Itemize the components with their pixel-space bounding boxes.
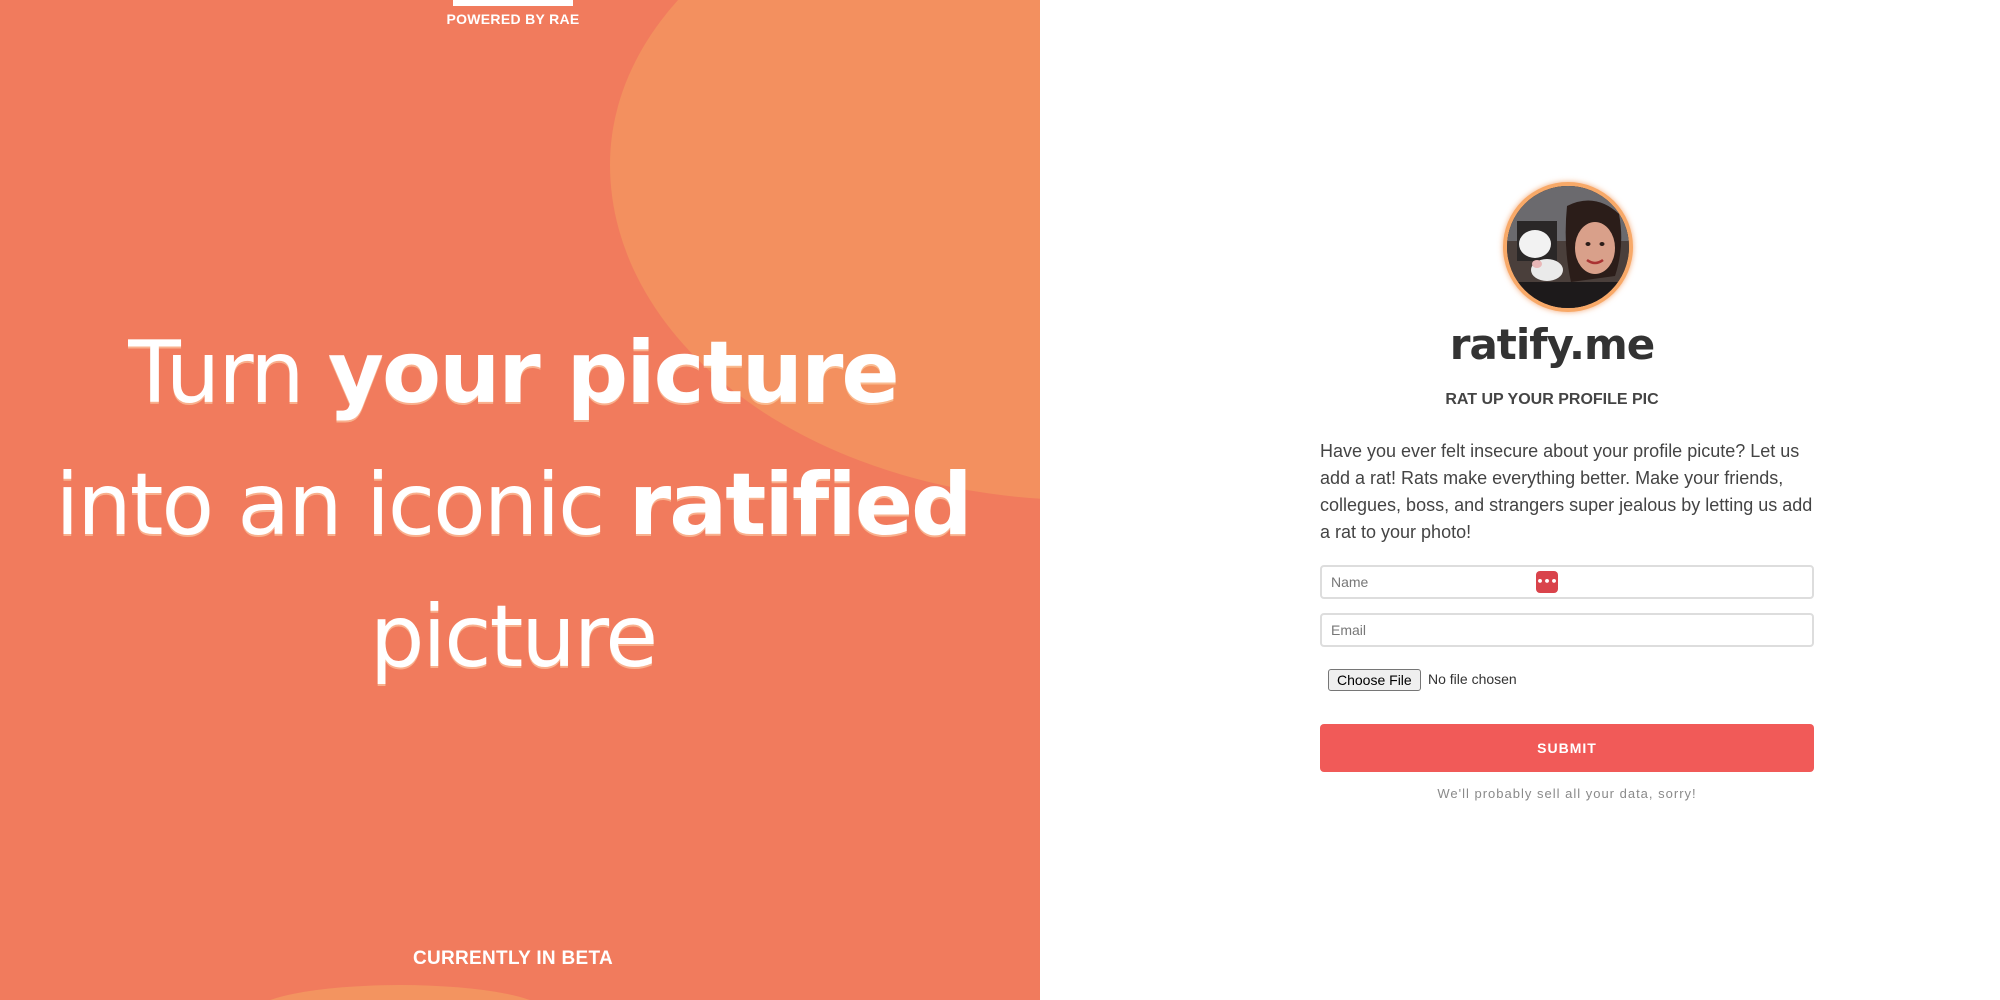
page: POWERED BY RAE Turn your picture into an… bbox=[0, 0, 2000, 1000]
brand-tagline: RAT UP YOUR PROFILE PIC bbox=[1445, 391, 1659, 408]
headline-text: Turn bbox=[128, 323, 328, 423]
submit-button[interactable]: SUBMIT bbox=[1320, 724, 1814, 772]
choose-file-button[interactable]: Choose File bbox=[1328, 669, 1421, 691]
headline-text: into an iconic bbox=[55, 455, 629, 555]
powered-by-bar bbox=[453, 0, 573, 6]
avatar bbox=[1503, 182, 1633, 312]
headline-text: picture bbox=[369, 587, 658, 687]
beta-label: CURRENTLY IN BETA bbox=[412, 948, 614, 969]
email-input[interactable] bbox=[1320, 613, 1814, 647]
profile-photo-icon bbox=[1507, 186, 1629, 308]
name-input[interactable] bbox=[1320, 565, 1814, 599]
intro-text: Have you ever felt insecure about your p… bbox=[1320, 441, 1813, 542]
headline-line-2: into an iconic ratified bbox=[55, 455, 973, 555]
signup-panel: ratify.me RAT UP YOUR PROFILE PIC Have y… bbox=[1040, 0, 2000, 1000]
profile-photo-graphic bbox=[1507, 186, 1629, 308]
hero-bottom-blob bbox=[250, 985, 550, 1000]
hero-panel: POWERED BY RAE Turn your picture into an… bbox=[0, 0, 1040, 1000]
file-status-text: No file chosen bbox=[1428, 671, 1517, 687]
headline-emphasis: ratified bbox=[628, 455, 973, 555]
brand-title: ratify.me bbox=[1449, 320, 1656, 369]
powered-by-label: POWERED BY RAE bbox=[446, 11, 580, 27]
headline-emphasis: your picture bbox=[327, 323, 900, 423]
headline-line-1: Turn your picture bbox=[128, 323, 900, 423]
headline-line-3: picture bbox=[369, 587, 658, 687]
hero-headline: Turn your picture into an iconic ratifie… bbox=[0, 307, 1026, 703]
password-manager-icon[interactable]: ••• bbox=[1536, 571, 1558, 593]
data-disclaimer: We'll probably sell all your data, sorry… bbox=[1437, 786, 1697, 801]
